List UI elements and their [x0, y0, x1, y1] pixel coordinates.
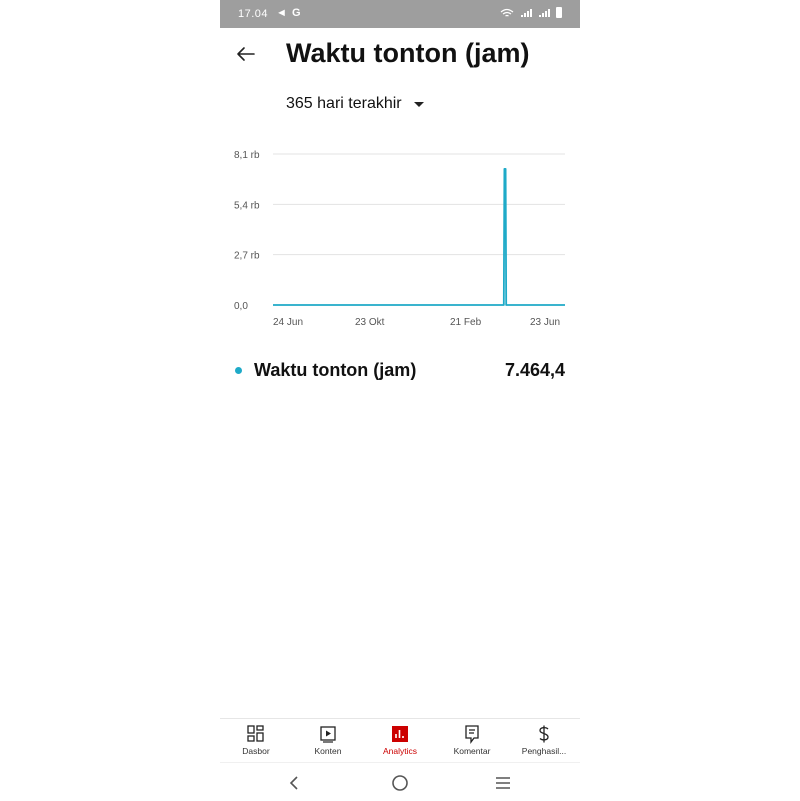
navigation-status-icon: ◄ [276, 7, 287, 19]
y-tick-label: 2,7 rb [234, 251, 260, 262]
phone-screen: 17.04 ◄ G Waktu tonton (jam) 365 hari te… [220, 0, 580, 800]
bottom-navigation: Dasbor Konten Analytics Komentar Penghas… [220, 718, 580, 763]
dashboard-icon [247, 725, 264, 742]
signal-icon [521, 8, 532, 17]
content-icon [320, 726, 336, 743]
nav-label-content: Konten [314, 746, 342, 756]
wifi-icon [500, 8, 514, 17]
analytics-icon [392, 726, 408, 742]
system-home-icon[interactable] [390, 773, 410, 793]
system-recents-icon[interactable] [493, 773, 513, 793]
legend-metric-value: 7.464,4 [504, 360, 565, 380]
google-status-icon: G [292, 7, 301, 19]
x-tick-label: 23 Jun [530, 317, 560, 328]
battery-icon [556, 7, 562, 18]
legend-metric-name: Waktu tonton (jam) [254, 360, 417, 380]
x-tick-label: 24 Jun [273, 317, 303, 328]
legend-dot-icon [235, 367, 242, 374]
y-tick-label: 8,1 rb [234, 150, 260, 161]
nav-item-comments[interactable]: Komentar [436, 719, 508, 763]
nav-label-earn: Penghasil... [521, 746, 567, 756]
nav-label-analytics: Analytics [382, 746, 417, 756]
system-back-icon[interactable] [285, 773, 305, 793]
nav-label-dashboard: Dasbor [242, 746, 270, 756]
earn-icon [539, 725, 549, 743]
series-line [273, 168, 565, 306]
watch-time-chart: 0,0 2,7 rb 5,4 rb 8,1 rb 24 Jun 23 Okt 21 Feb 2… [234, 150, 565, 328]
signal-2-icon [539, 8, 550, 17]
legend-row: Waktu tonton (jam) 7.464,4 [220, 358, 580, 388]
status-bar: 17.04 ◄ G [220, 0, 580, 28]
status-icons [500, 7, 562, 18]
period-dropdown[interactable]: 365 hari terakhir [286, 95, 424, 113]
page-title: Waktu tonton (jam) [286, 38, 530, 68]
x-tick-label: 23 Okt [355, 317, 385, 328]
system-navigation-bar [220, 762, 580, 801]
comments-icon [465, 725, 479, 744]
nav-item-content[interactable]: Konten [292, 719, 364, 763]
status-time: 17.04 [238, 8, 269, 20]
back-arrow-icon[interactable] [232, 40, 260, 68]
y-tick-label: 0,0 [234, 301, 248, 312]
nav-item-earn[interactable]: Penghasil... [508, 719, 580, 763]
nav-item-analytics[interactable]: Analytics [364, 719, 436, 763]
dropdown-caret-icon [413, 101, 424, 107]
x-tick-label: 21 Feb [450, 317, 482, 328]
nav-label-comments: Komentar [453, 746, 491, 756]
nav-item-dashboard[interactable]: Dasbor [220, 719, 292, 763]
y-tick-label: 5,4 rb [234, 200, 260, 211]
period-label: 365 hari terakhir [286, 95, 402, 112]
